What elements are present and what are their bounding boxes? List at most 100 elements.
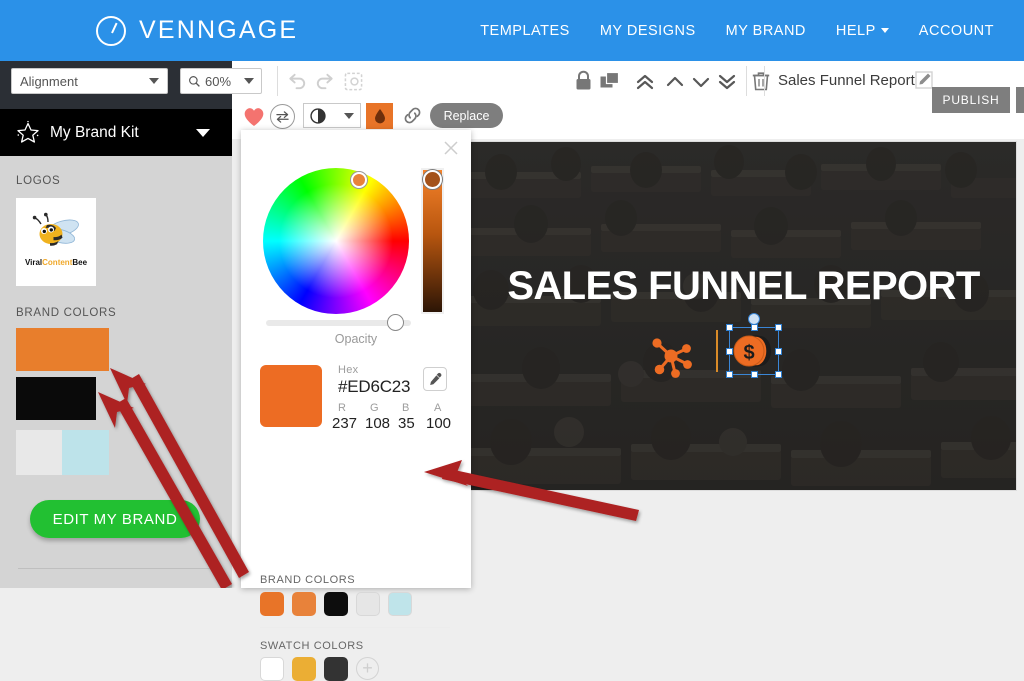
alignment-select[interactable]: Alignment <box>11 68 168 94</box>
venngage-logo[interactable]: VENNGAGE <box>96 15 298 46</box>
design-canvas[interactable]: SALES FUNNEL REPORT $ <box>471 142 1016 490</box>
publish-button[interactable]: PUBLISH <box>932 87 1010 113</box>
close-icon[interactable] <box>443 140 459 156</box>
picker-brand-chip-5[interactable] <box>388 592 412 616</box>
resize-handle-w[interactable] <box>726 347 733 355</box>
add-swatch-button[interactable]: + <box>356 657 379 680</box>
channel-label-a: A <box>434 402 442 414</box>
nav-link-account[interactable]: ACCOUNT <box>919 23 994 39</box>
lock-icon[interactable] <box>574 70 593 92</box>
logo-caption-part-3: Bee <box>72 258 88 267</box>
eyedropper-button[interactable] <box>423 367 447 391</box>
contrast-select[interactable] <box>303 103 361 128</box>
alignment-select-value: Alignment <box>20 73 78 89</box>
send-to-back-icon[interactable] <box>716 71 738 93</box>
brand-color-swatch-orange[interactable] <box>16 328 109 371</box>
zoom-select[interactable]: 60% <box>180 68 262 94</box>
resize-handle-s[interactable] <box>750 371 758 378</box>
color-drop-button[interactable] <box>366 103 393 129</box>
channel-label-r: R <box>338 402 346 414</box>
brand-color-swatch-light-blue[interactable] <box>62 430 109 475</box>
nav-link-templates[interactable]: TEMPLATES <box>480 23 570 39</box>
toolbar-separator <box>746 66 747 96</box>
opacity-slider-handle[interactable] <box>387 314 404 331</box>
chevron-down-icon <box>344 112 354 119</box>
zoom-select-value: 60% <box>205 73 232 89</box>
resize-handle-se[interactable] <box>775 371 782 378</box>
magnifier-icon <box>189 75 200 87</box>
nav-link-my-brand[interactable]: MY BRAND <box>726 23 806 39</box>
brightness-slider[interactable] <box>421 168 444 314</box>
send-backward-icon[interactable] <box>690 71 712 93</box>
brand-colors-section-label: BRAND COLORS <box>16 307 117 319</box>
resize-handle-sw[interactable] <box>726 371 733 378</box>
nav-link-my-designs[interactable]: MY DESIGNS <box>600 23 696 39</box>
icon-divider <box>716 330 718 372</box>
picker-brand-colors-label: BRAND COLORS <box>260 574 356 586</box>
opacity-label: Opacity <box>334 332 378 346</box>
channel-value-r[interactable]: 237 <box>332 415 357 432</box>
venngage-circle-logo-icon <box>96 15 126 46</box>
publish-options-button[interactable] <box>1016 87 1024 113</box>
coin-icon-selection[interactable]: $ <box>726 313 782 378</box>
channel-value-g[interactable]: 108 <box>365 415 390 432</box>
sidebar-divider <box>18 568 214 569</box>
edit-pencil-icon[interactable] <box>915 71 933 89</box>
top-navigation-bar: VENNGAGE TEMPLATES MY DESIGNS MY BRAND H… <box>0 0 1024 61</box>
color-wheel[interactable] <box>263 168 409 314</box>
swap-colors-button[interactable] <box>270 104 295 129</box>
current-color-preview <box>260 365 322 427</box>
bring-forward-icon[interactable] <box>664 71 686 93</box>
replace-button[interactable]: Replace <box>430 103 503 128</box>
color-wheel-handle[interactable] <box>351 172 367 188</box>
redo-icon[interactable] <box>313 70 336 93</box>
chevron-down-icon <box>880 27 889 33</box>
star-icon <box>17 120 39 143</box>
selection-bounding-box <box>729 327 779 375</box>
brand-color-swatch-light-gray[interactable] <box>16 430 62 475</box>
bring-to-front-icon[interactable] <box>634 71 656 93</box>
brand-color-swatch-black[interactable] <box>16 377 96 420</box>
edit-my-brand-button[interactable]: EDIT MY BRAND <box>30 500 200 538</box>
resize-handle-nw[interactable] <box>726 324 733 331</box>
resize-handle-n[interactable] <box>750 324 758 331</box>
brand-kit-header[interactable]: My Brand Kit <box>0 109 232 156</box>
group-icon[interactable] <box>344 72 363 91</box>
resize-handle-ne[interactable] <box>775 324 782 331</box>
network-molecule-icon[interactable] <box>648 335 694 381</box>
canvas-title-text[interactable]: SALES FUNNEL REPORT <box>471 264 1016 309</box>
picker-brand-chip-3[interactable] <box>324 592 348 616</box>
picker-brand-chip-4[interactable] <box>356 592 380 616</box>
trash-icon[interactable] <box>752 71 770 91</box>
picker-swatch-chip-1[interactable] <box>260 657 284 681</box>
link-icon[interactable] <box>402 105 423 126</box>
logo-thumbnail[interactable]: ViralContentBee <box>16 198 96 286</box>
nav-link-help-label: HELP <box>835 22 876 39</box>
nav-link-help[interactable]: HELP <box>836 23 889 39</box>
chevron-down-icon[interactable] <box>196 128 210 137</box>
hex-input[interactable]: #ED6C23 <box>338 377 411 397</box>
chevron-down-icon <box>149 78 159 84</box>
toolbar-separator <box>277 66 278 96</box>
brightness-slider-handle[interactable] <box>423 170 442 189</box>
undo-icon[interactable] <box>286 70 309 93</box>
logos-section-label: LOGOS <box>16 175 61 187</box>
channel-value-b[interactable]: 35 <box>398 415 415 432</box>
channel-value-a[interactable]: 100 <box>426 415 451 432</box>
picker-brand-chip-2[interactable] <box>292 592 316 616</box>
plus-icon: + <box>362 658 373 678</box>
top-nav-links: TEMPLATES MY DESIGNS MY BRAND HELP ACCOU… <box>480 23 1024 39</box>
resize-handle-e[interactable] <box>775 347 782 355</box>
duplicate-icon[interactable] <box>600 72 620 92</box>
heart-icon[interactable] <box>242 105 266 127</box>
picker-swatch-chip-2[interactable] <box>292 657 316 681</box>
picker-swatch-chip-3[interactable] <box>324 657 348 681</box>
contrast-icon <box>310 107 326 124</box>
picker-brand-chip-1[interactable] <box>260 592 284 616</box>
eyedropper-icon <box>429 372 441 385</box>
toolbar-separator <box>764 66 765 96</box>
channel-label-g: G <box>370 402 379 414</box>
document-title[interactable]: Sales Funnel Report <box>778 72 915 89</box>
picker-divider <box>260 627 450 628</box>
canvas-background-photo <box>471 142 1016 490</box>
